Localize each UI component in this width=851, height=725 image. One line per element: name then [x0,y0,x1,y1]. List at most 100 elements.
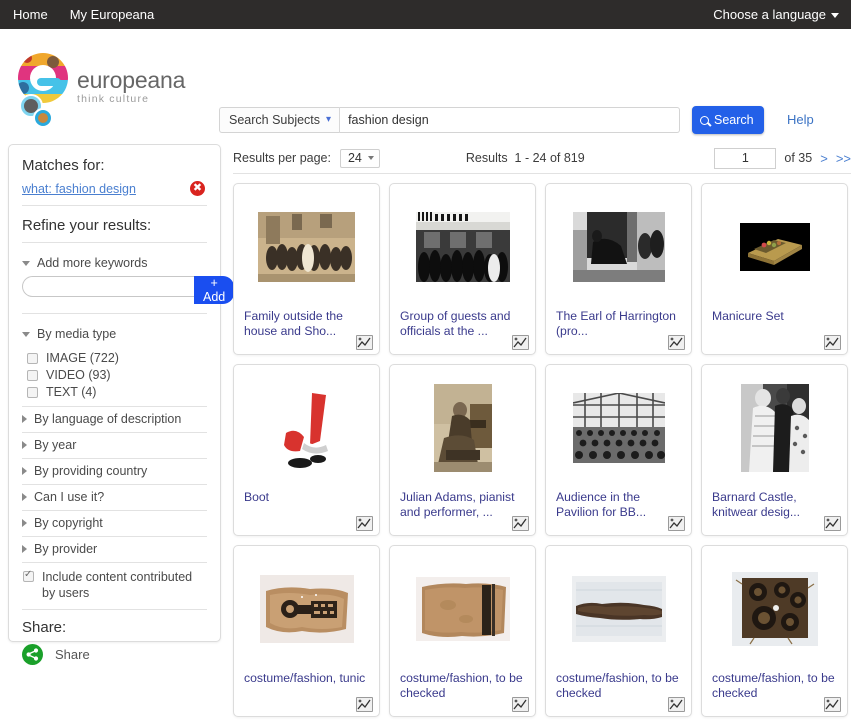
result-title[interactable]: costume/fashion, tunic [244,671,373,686]
result-title[interactable]: Group of guests and officials at the ... [400,309,529,339]
result-title[interactable]: Family outside the house and Sho... [244,309,373,339]
facet-by-media-type[interactable]: By media type [22,322,207,347]
site-header: europeana think culture Search Subjects … [0,29,851,144]
facet-by-copyright[interactable]: By copyright [22,511,207,537]
result-card[interactable]: costume/fashion, to be checked [389,545,536,717]
triangle-right-icon [22,545,27,553]
media-type-option-video[interactable]: VIDEO (93) [24,367,207,384]
result-card[interactable]: Boot [233,364,380,536]
include-user-content-label: Include content contributed by users [42,570,193,600]
topnav-links: Home My Europeana [13,0,154,29]
keyword-input[interactable] [22,276,194,297]
result-title[interactable]: costume/fashion, to be checked [712,671,841,701]
share-row[interactable]: Share [22,644,207,665]
search-button[interactable]: Search [692,106,764,134]
search-scope-dropdown[interactable]: Search Subjects ▾ [219,107,341,133]
active-filter-row: what: fashion design ✖ [22,181,207,206]
result-thumbnail [234,546,379,671]
result-thumbnail [702,184,847,309]
media-type-option-image[interactable]: IMAGE (722) [24,350,207,367]
result-thumbnail [546,546,691,671]
result-thumbnail [546,365,691,490]
result-card[interactable]: Barnard Castle, knitwear desig... [701,364,848,536]
result-title[interactable]: Boot [244,490,373,505]
result-card[interactable]: Family outside the house and Sho... [233,183,380,355]
language-selector[interactable]: Choose a language [713,7,839,22]
result-card[interactable]: costume/fashion, to be checked [545,545,692,717]
result-card[interactable]: costume/fashion, tunic [233,545,380,717]
triangle-down-icon [22,260,30,266]
result-title[interactable]: Audience in the Pavilion for BB... [556,490,685,520]
facet-by-providing-country[interactable]: By providing country [22,459,207,485]
add-keyword-button[interactable]: + Add [194,276,235,304]
next-page-link[interactable]: > [820,151,828,166]
facet-label: By copyright [34,516,103,530]
result-title[interactable]: Julian Adams, pianist and performer, ... [400,490,529,520]
image-type-icon [356,516,373,531]
facet-by-language-of-description[interactable]: By language of description [22,407,207,433]
page-body: Matches for: what: fashion design ✖ Refi… [0,144,851,717]
active-filter-term[interactable]: what: fashion design [22,182,136,196]
results-per-page-value: 24 [347,150,362,165]
result-thumbnail [390,365,535,490]
result-card[interactable]: Julian Adams, pianist and performer, ... [389,364,536,536]
image-type-icon [824,697,841,712]
media-type-label: VIDEO (93) [46,368,111,382]
result-thumbnail [702,546,847,671]
facet-by-provider[interactable]: By provider [22,537,207,563]
result-title[interactable]: Manicure Set [712,309,841,324]
result-card[interactable]: The Earl of Harrington (pro... [545,183,692,355]
triangle-right-icon [22,441,27,449]
image-type-icon [356,697,373,712]
result-title[interactable]: costume/fashion, to be checked [556,671,685,701]
image-type-icon [668,697,685,712]
facet-can-i-use-it[interactable]: Can I use it? [22,485,207,511]
logo[interactable]: europeana think culture [13,48,213,128]
checkbox-icon[interactable] [27,353,38,364]
result-footer: Boot [234,490,379,535]
result-footer: costume/fashion, to be checked [702,671,847,716]
checkbox-icon[interactable] [27,370,38,381]
include-user-content-option[interactable]: Include content contributed by users [22,563,207,610]
result-card[interactable]: Group of guests and officials at the ... [389,183,536,355]
triangle-right-icon [22,415,27,423]
facet-label: Can I use it? [34,490,105,504]
result-footer: Family outside the house and Sho... [234,309,379,354]
result-title[interactable]: Barnard Castle, knitwear desig... [712,490,841,520]
results-toolbar: Results per page: 24 Results 1 - 24 of 8… [233,144,851,174]
pagination: of 35 > >> [714,147,851,169]
results-count: Results 1 - 24 of 819 [465,151,585,165]
share-heading: Share: [22,619,67,636]
result-card[interactable]: costume/fashion, to be checked [701,545,848,717]
nav-link-home[interactable]: Home [13,0,48,29]
facet-label: By language of description [34,412,182,426]
help-link[interactable]: Help [787,112,814,127]
result-footer: costume/fashion, to be checked [546,671,691,716]
result-title[interactable]: costume/fashion, to be checked [400,671,529,701]
facet-label: Add more keywords [37,256,148,270]
facet-add-more-keywords[interactable]: Add more keywords [22,251,207,272]
page-number-input[interactable] [714,147,777,169]
search-input[interactable] [340,107,681,133]
last-page-link[interactable]: >> [836,151,851,166]
result-thumbnail [390,546,535,671]
results-per-page-select[interactable]: 24 [339,148,380,168]
result-footer: Audience in the Pavilion for BB... [546,490,691,535]
facet-label: By media type [37,327,117,341]
result-card[interactable]: Manicure Set [701,183,848,355]
facet-by-year[interactable]: By year [22,433,207,459]
image-type-icon [668,516,685,531]
search-icon [700,115,709,125]
checkbox-icon[interactable] [27,387,38,398]
result-thumbnail [234,365,379,490]
result-title[interactable]: The Earl of Harrington (pro... [556,309,685,339]
image-type-icon [512,335,529,350]
facet-label: By year [34,438,77,452]
share-icon[interactable] [22,644,43,665]
checkbox-icon[interactable] [23,569,34,582]
language-selector-label: Choose a language [713,7,826,22]
media-type-option-text[interactable]: TEXT (4) [24,384,207,401]
nav-link-my-europeana[interactable]: My Europeana [70,0,155,29]
result-card[interactable]: Audience in the Pavilion for BB... [545,364,692,536]
remove-filter-icon[interactable]: ✖ [190,181,205,196]
